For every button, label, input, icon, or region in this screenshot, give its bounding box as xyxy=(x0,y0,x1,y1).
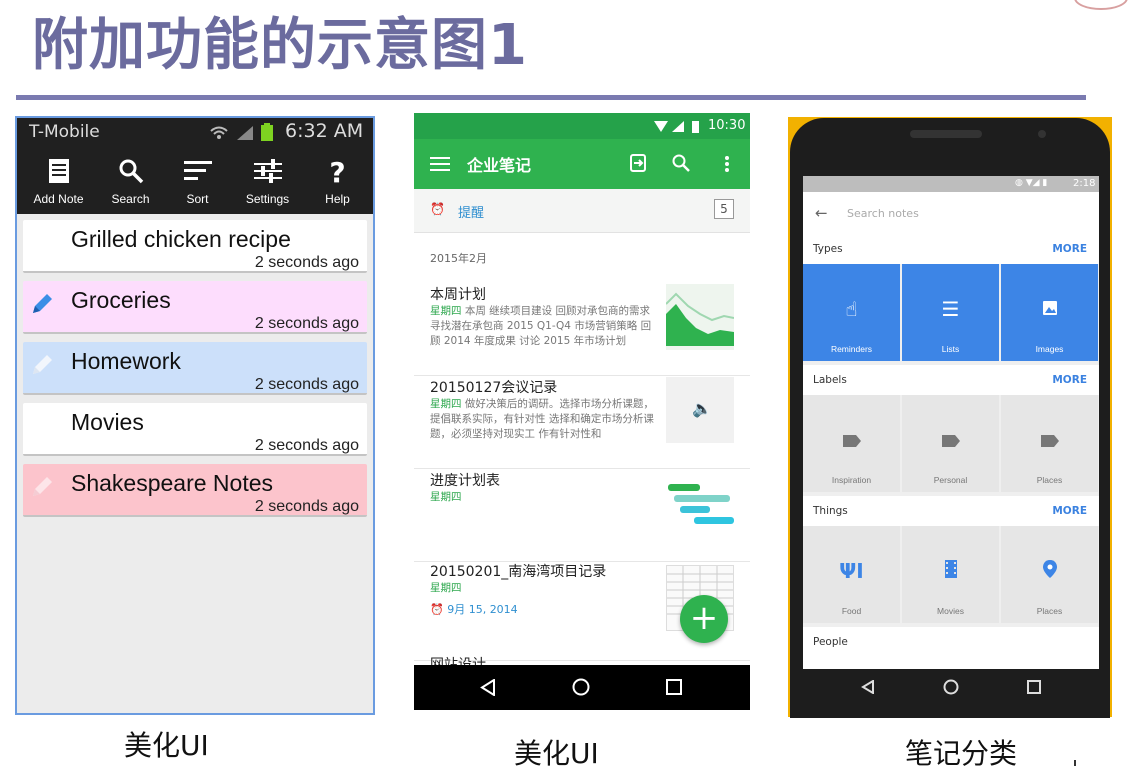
signal-battery-icon xyxy=(654,121,699,133)
recents-icon[interactable] xyxy=(666,679,682,695)
enterprise-notes-screenshot: 10:30 企业笔记 ⏰ 提醒 5 2015年2月 本周计划 星期四 本周 继续… xyxy=(414,113,750,710)
help-button[interactable]: ? Help xyxy=(302,146,373,214)
sync-icon[interactable] xyxy=(629,154,647,172)
title-divider xyxy=(16,95,1086,100)
search-input[interactable]: Search notes xyxy=(847,207,919,220)
search-button[interactable]: Search xyxy=(95,146,166,214)
status-bar: 10:30 xyxy=(414,113,750,139)
settings-sliders-icon xyxy=(232,158,303,188)
search-icon[interactable] xyxy=(672,154,690,172)
slide-title: 附加功能的示意图1 xyxy=(32,13,528,78)
app-title: 企业笔记 xyxy=(467,156,532,175)
help-icon: ? xyxy=(329,156,346,189)
reminder-row[interactable]: ⏰ 提醒 5 xyxy=(414,189,750,233)
list-item[interactable]: 本周计划 星期四 本周 继续项目建设 回顾对承包商的需求 寻找潜在承包商 201… xyxy=(414,284,750,376)
label-tag-icon xyxy=(1001,429,1098,451)
section-header: Labels MORE xyxy=(803,365,1099,395)
note-item[interactable]: Groceries 2 seconds ago xyxy=(23,281,367,334)
list-item[interactable]: 20150127会议记录 星期四 做好决策后的调研。选择市场分析课题，提倡联系实… xyxy=(414,377,750,469)
label-tag-icon xyxy=(902,429,999,451)
gantt-thumbnail xyxy=(666,474,734,540)
keep-notes-screenshot: ◍ ▼◢ ▮ 2:18 ← Search notes Types MORE ☝ … xyxy=(803,176,1099,669)
sort-icon xyxy=(162,158,233,188)
speaker-icon: 🔈 xyxy=(692,399,712,418)
speaker-grille xyxy=(910,130,982,138)
touch-icon: ☝ xyxy=(845,297,858,321)
caption-right: 笔记分类 xyxy=(905,737,1018,767)
tile-reminders[interactable]: ☝ Reminders xyxy=(803,264,900,361)
status-icons: ◍ ▼◢ ▮ xyxy=(1015,178,1048,188)
tile-movies[interactable]: Movies xyxy=(902,526,999,623)
search-icon xyxy=(95,158,166,188)
corner-mark xyxy=(1074,760,1076,766)
add-note-fab[interactable]: + xyxy=(680,595,728,643)
back-icon[interactable] xyxy=(480,679,496,696)
more-link[interactable]: MORE xyxy=(1052,374,1087,386)
tile-lists[interactable]: ☰ Lists xyxy=(902,264,999,361)
caption-left: 美化UI xyxy=(124,729,209,762)
list-item[interactable]: 进度计划表 星期四 xyxy=(414,470,750,562)
list-icon: ☰ xyxy=(941,297,960,321)
clock: 10:30 xyxy=(708,118,746,133)
clock: 6:32 AM xyxy=(285,120,364,142)
menu-icon[interactable] xyxy=(430,157,450,171)
alarm-icon: ⏰ xyxy=(430,603,444,616)
sort-button[interactable]: Sort xyxy=(162,146,233,214)
home-icon[interactable] xyxy=(943,679,959,695)
map-pin-icon xyxy=(1001,560,1098,582)
search-bar[interactable]: ← Search notes xyxy=(803,192,1099,234)
add-note-button[interactable]: Add Note xyxy=(23,146,94,214)
note-icon xyxy=(23,158,94,188)
pencil-icon xyxy=(33,477,52,496)
chart-thumbnail xyxy=(665,284,735,350)
label-tag-icon xyxy=(803,429,900,451)
seal-logo xyxy=(1074,0,1128,10)
pencil-icon xyxy=(33,294,52,313)
clock: 2:18 xyxy=(1073,178,1096,189)
more-link[interactable]: MORE xyxy=(1052,505,1087,517)
app-bar: 企业笔记 xyxy=(414,139,750,189)
back-arrow-icon[interactable]: ← xyxy=(815,204,828,222)
note-item[interactable]: Shakespeare Notes 2 seconds ago xyxy=(23,464,367,517)
tile-places-label[interactable]: Places xyxy=(1001,395,1098,492)
more-link[interactable]: MORE xyxy=(1052,243,1087,255)
status-bar: T-Mobile 6:32 AM xyxy=(17,118,373,146)
signal-battery-icon xyxy=(210,123,273,141)
tile-places[interactable]: Places xyxy=(1001,526,1098,623)
recents-icon[interactable] xyxy=(1027,680,1041,694)
section-header: People xyxy=(803,627,1099,669)
film-icon xyxy=(902,560,999,582)
nav-bar xyxy=(414,665,750,710)
section-header: Types MORE xyxy=(803,234,1099,264)
section-header: Things MORE xyxy=(803,496,1099,526)
notes-app-screenshot: T-Mobile 6:32 AM Add Note Search Sort Se… xyxy=(15,116,375,715)
camera xyxy=(1038,130,1046,138)
tile-inspiration[interactable]: Inspiration xyxy=(803,395,900,492)
image-icon xyxy=(1001,298,1098,320)
settings-button[interactable]: Settings xyxy=(232,146,303,214)
nav-bar xyxy=(803,669,1099,705)
fork-knife-icon: ΨΙ xyxy=(839,559,864,583)
carrier-name: T-Mobile xyxy=(29,122,100,142)
audio-thumbnail: 🔈 xyxy=(666,377,734,443)
pencil-icon xyxy=(33,355,52,374)
caption-middle: 美化UI xyxy=(514,737,599,767)
reminder-count-badge: 5 xyxy=(714,199,734,219)
toolbar: Add Note Search Sort Settings ? Help xyxy=(17,146,373,214)
tile-food[interactable]: ΨΙ Food xyxy=(803,526,900,623)
tile-images[interactable]: Images xyxy=(1001,264,1098,361)
overflow-menu-icon[interactable] xyxy=(724,155,730,173)
reminder-label: 提醒 xyxy=(458,206,485,221)
home-icon[interactable] xyxy=(572,678,590,696)
tile-personal[interactable]: Personal xyxy=(902,395,999,492)
status-bar: ◍ ▼◢ ▮ 2:18 xyxy=(803,176,1099,192)
back-icon[interactable] xyxy=(861,680,875,694)
month-header: 2015年2月 xyxy=(430,252,487,265)
note-item[interactable]: Grilled chicken recipe 2 seconds ago xyxy=(23,220,367,273)
note-item[interactable]: Homework 2 seconds ago xyxy=(23,342,367,395)
note-item[interactable]: Movies 2 seconds ago xyxy=(23,403,367,456)
alarm-icon: ⏰ xyxy=(430,202,445,216)
